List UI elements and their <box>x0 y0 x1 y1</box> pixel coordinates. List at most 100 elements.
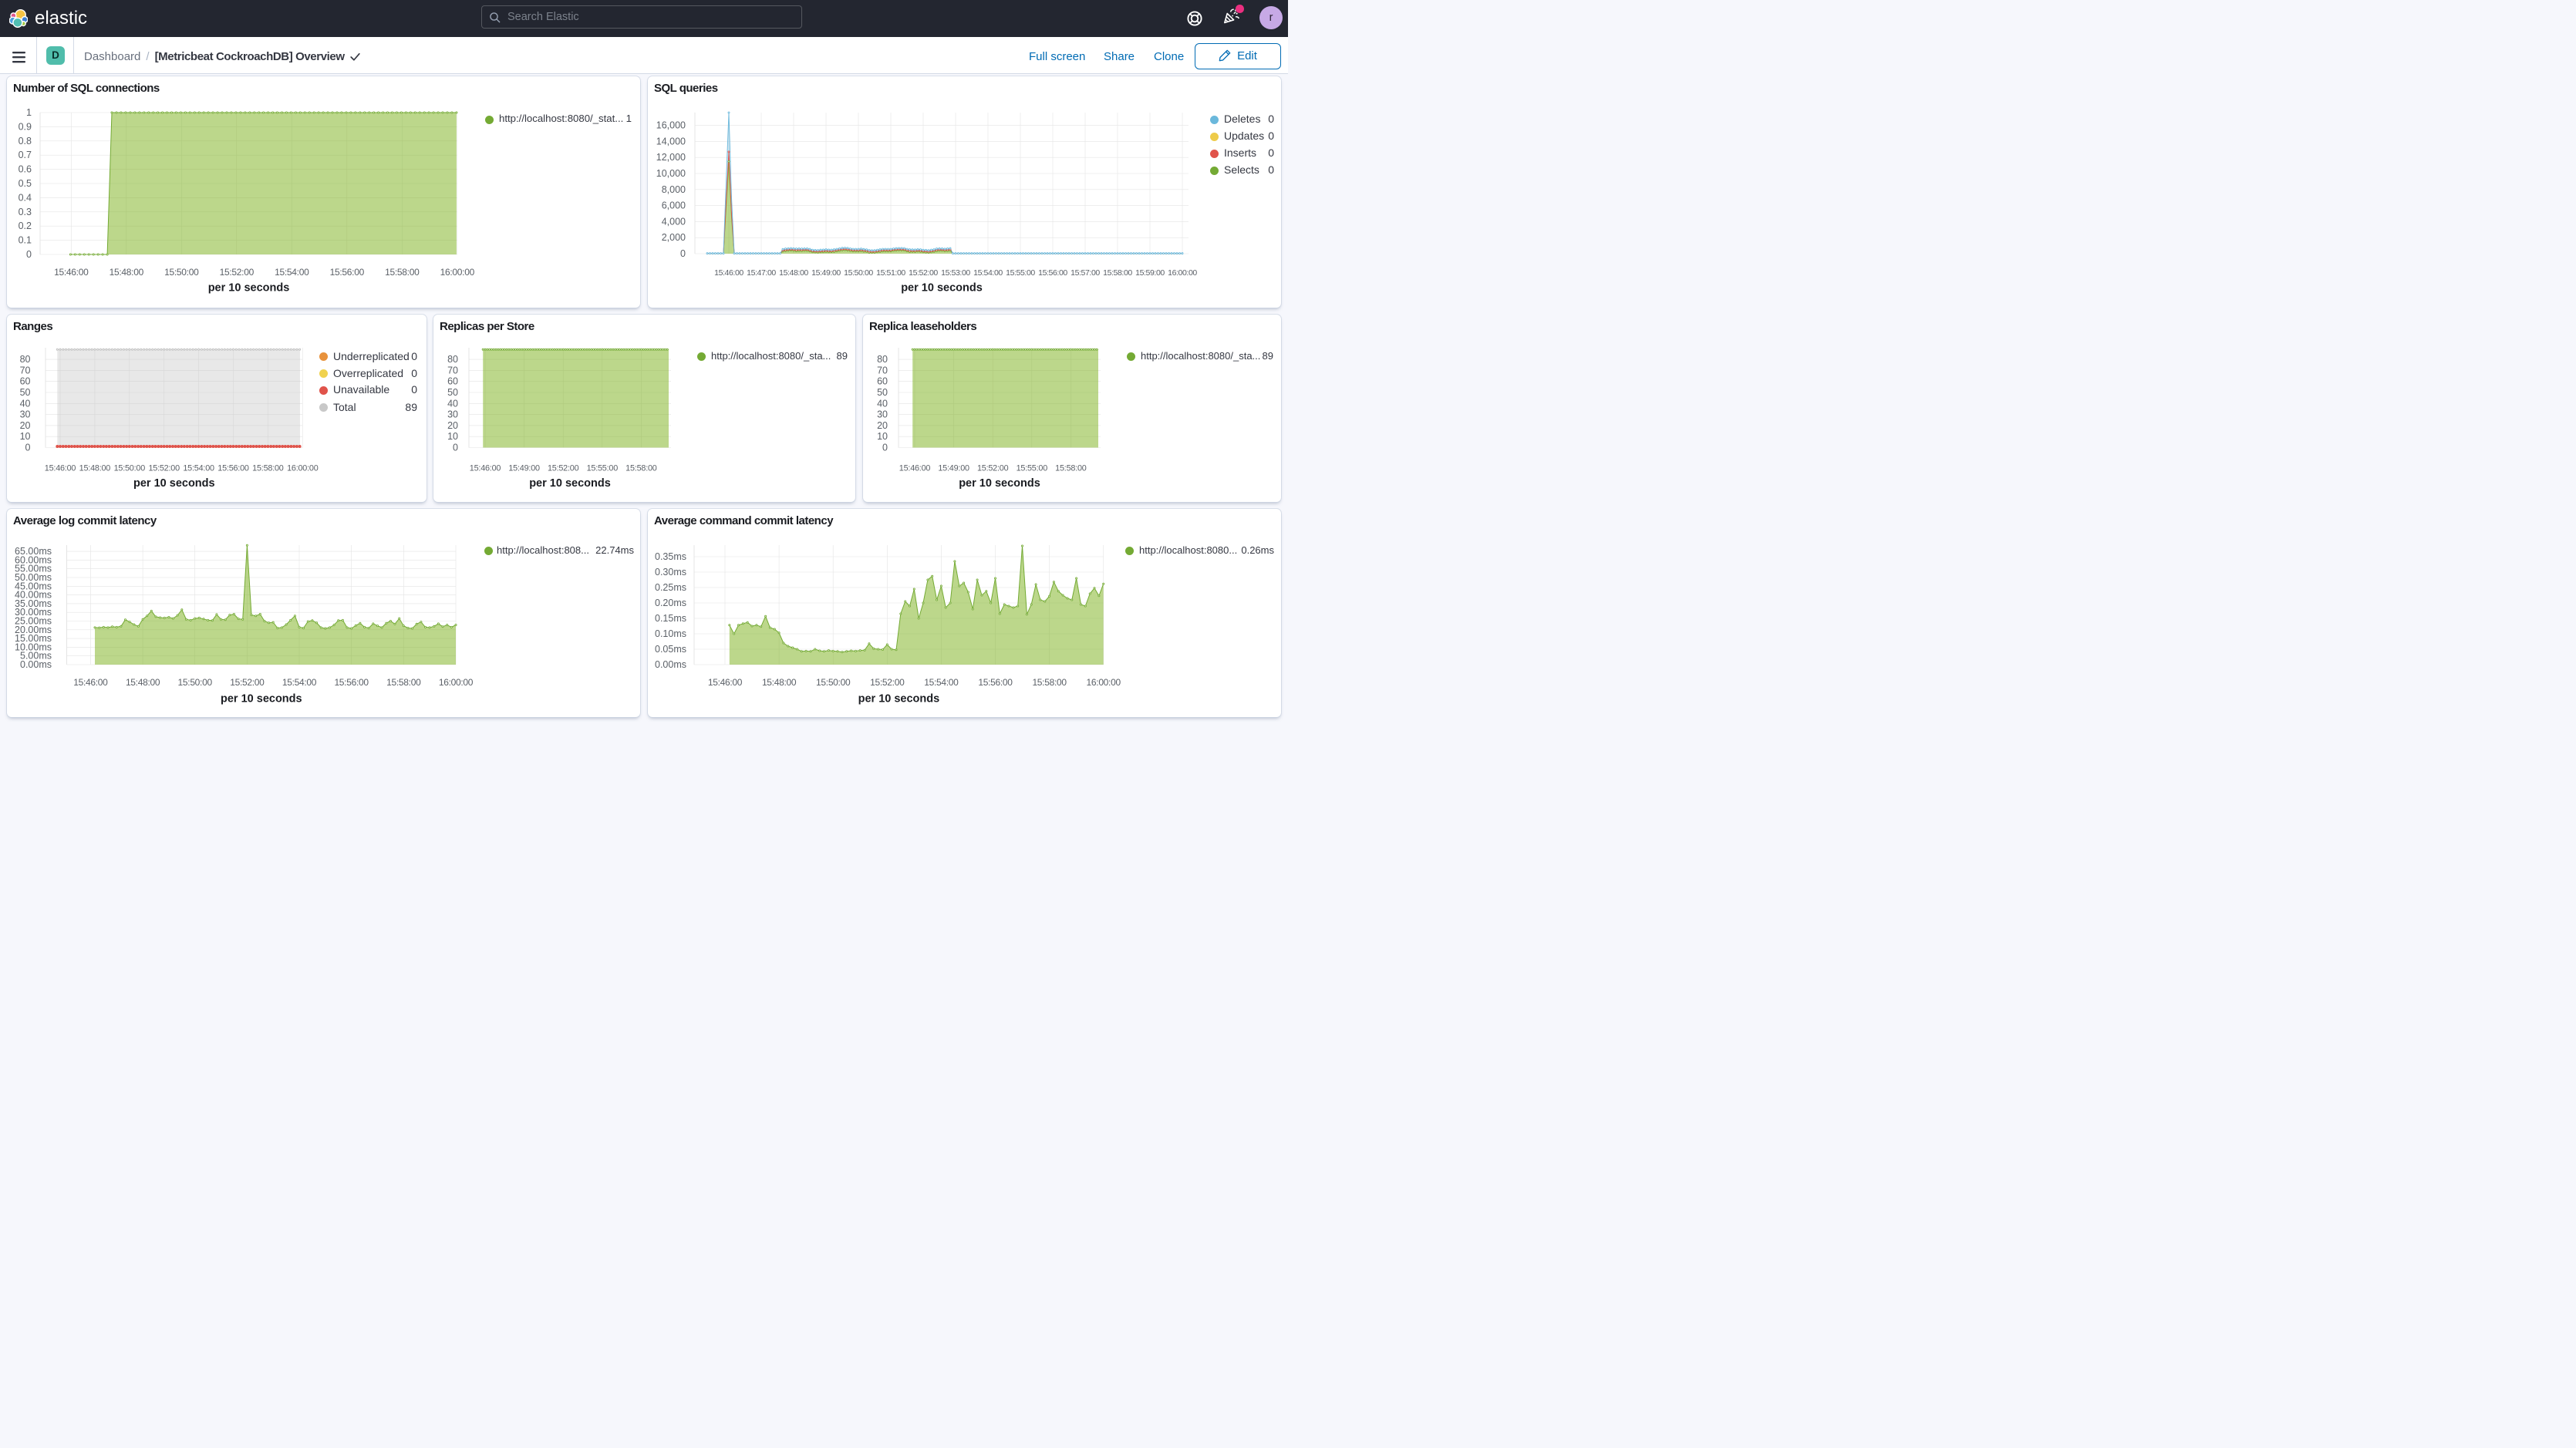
svg-text:per 10 seconds: per 10 seconds <box>901 282 983 295</box>
svg-text:15:52:00: 15:52:00 <box>870 677 905 688</box>
svg-text:15:48:00: 15:48:00 <box>79 464 111 473</box>
svg-text:80: 80 <box>877 354 888 365</box>
svg-text:15:50:00: 15:50:00 <box>844 268 873 278</box>
svg-text:0.1: 0.1 <box>19 235 32 246</box>
svg-text:70: 70 <box>447 365 458 375</box>
svg-text:65.00ms: 65.00ms <box>15 546 52 557</box>
svg-text:16:00:00: 16:00:00 <box>439 677 474 688</box>
svg-text:15:56:00: 15:56:00 <box>1038 268 1067 278</box>
svg-text:15:52:00: 15:52:00 <box>220 267 255 278</box>
svg-text:15:58:00: 15:58:00 <box>386 677 421 688</box>
svg-text:0: 0 <box>453 443 458 453</box>
svg-text:0.9: 0.9 <box>19 121 32 132</box>
svg-text:15:46:00: 15:46:00 <box>714 268 743 278</box>
svg-text:15:48:00: 15:48:00 <box>110 267 144 278</box>
svg-text:15:48:00: 15:48:00 <box>126 677 160 688</box>
svg-text:15:46:00: 15:46:00 <box>899 464 931 473</box>
svg-text:80: 80 <box>447 354 458 365</box>
svg-text:0.30ms: 0.30ms <box>655 567 686 578</box>
svg-text:per 10 seconds: per 10 seconds <box>221 693 302 705</box>
svg-text:20: 20 <box>447 420 458 431</box>
svg-text:15:58:00: 15:58:00 <box>625 464 657 473</box>
svg-text:15:54:00: 15:54:00 <box>282 677 317 688</box>
svg-text:15:55:00: 15:55:00 <box>1006 268 1035 278</box>
svg-text:60: 60 <box>20 376 31 387</box>
svg-text:0.25ms: 0.25ms <box>655 582 686 593</box>
svg-text:15:56:00: 15:56:00 <box>217 464 249 473</box>
svg-text:15:52:00: 15:52:00 <box>977 464 1009 473</box>
svg-text:2,000: 2,000 <box>662 232 686 243</box>
svg-text:70: 70 <box>20 365 31 375</box>
svg-text:16:00:00: 16:00:00 <box>1087 677 1121 688</box>
svg-text:15:46:00: 15:46:00 <box>45 464 76 473</box>
svg-text:15:53:00: 15:53:00 <box>941 268 970 278</box>
svg-text:10,000: 10,000 <box>656 168 686 179</box>
svg-text:60: 60 <box>447 376 458 387</box>
svg-text:10: 10 <box>447 431 458 442</box>
svg-text:50: 50 <box>20 387 31 398</box>
svg-text:15:50:00: 15:50:00 <box>114 464 146 473</box>
svg-text:0.5: 0.5 <box>19 178 32 189</box>
svg-text:15:54:00: 15:54:00 <box>183 464 214 473</box>
svg-text:0.6: 0.6 <box>19 164 32 175</box>
svg-text:0.10ms: 0.10ms <box>655 628 686 639</box>
svg-text:15:48:00: 15:48:00 <box>762 677 797 688</box>
svg-text:15:55:00: 15:55:00 <box>587 464 619 473</box>
svg-text:8,000: 8,000 <box>662 184 686 195</box>
svg-text:20: 20 <box>20 420 31 431</box>
svg-text:0.00ms: 0.00ms <box>655 659 686 670</box>
svg-text:20: 20 <box>877 420 888 431</box>
svg-text:4,000: 4,000 <box>662 216 686 227</box>
svg-text:15:47:00: 15:47:00 <box>747 268 776 278</box>
svg-text:0.4: 0.4 <box>19 192 32 203</box>
svg-text:per 10 seconds: per 10 seconds <box>858 693 940 705</box>
svg-text:15:57:00: 15:57:00 <box>1071 268 1100 278</box>
svg-text:15:56:00: 15:56:00 <box>330 267 365 278</box>
svg-text:30: 30 <box>20 409 31 420</box>
svg-text:0: 0 <box>680 248 686 259</box>
svg-text:0.05ms: 0.05ms <box>655 644 686 655</box>
svg-text:30: 30 <box>447 409 458 420</box>
svg-text:15:54:00: 15:54:00 <box>973 268 1003 278</box>
svg-text:15:49:00: 15:49:00 <box>811 268 841 278</box>
svg-text:0.8: 0.8 <box>19 136 32 146</box>
svg-text:16:00:00: 16:00:00 <box>440 267 475 278</box>
svg-text:0: 0 <box>25 443 31 453</box>
svg-text:16:00:00: 16:00:00 <box>287 464 319 473</box>
svg-text:per 10 seconds: per 10 seconds <box>529 477 611 490</box>
svg-text:50: 50 <box>447 387 458 398</box>
svg-text:15:56:00: 15:56:00 <box>334 677 369 688</box>
svg-text:30: 30 <box>877 409 888 420</box>
svg-text:1: 1 <box>26 107 32 118</box>
svg-text:15:46:00: 15:46:00 <box>73 677 108 688</box>
svg-text:15:56:00: 15:56:00 <box>978 677 1013 688</box>
svg-text:40: 40 <box>447 398 458 409</box>
svg-text:15:50:00: 15:50:00 <box>178 677 213 688</box>
svg-text:0: 0 <box>26 249 32 260</box>
svg-text:60: 60 <box>877 376 888 387</box>
svg-text:15:58:00: 15:58:00 <box>1103 268 1132 278</box>
svg-text:0.7: 0.7 <box>19 150 32 160</box>
svg-text:15:52:00: 15:52:00 <box>548 464 579 473</box>
svg-text:15:54:00: 15:54:00 <box>275 267 309 278</box>
svg-text:15:52:00: 15:52:00 <box>230 677 265 688</box>
svg-text:15:58:00: 15:58:00 <box>252 464 284 473</box>
svg-text:15:59:00: 15:59:00 <box>1135 268 1165 278</box>
svg-text:0.3: 0.3 <box>19 207 32 217</box>
svg-text:15:58:00: 15:58:00 <box>1055 464 1087 473</box>
svg-text:70: 70 <box>877 365 888 375</box>
svg-text:0.20ms: 0.20ms <box>655 598 686 608</box>
svg-text:0.2: 0.2 <box>19 221 32 231</box>
svg-text:10: 10 <box>877 431 888 442</box>
svg-text:0.15ms: 0.15ms <box>655 613 686 624</box>
svg-text:14,000: 14,000 <box>656 136 686 146</box>
svg-text:0: 0 <box>882 443 888 453</box>
svg-text:15:52:00: 15:52:00 <box>148 464 180 473</box>
svg-text:15:50:00: 15:50:00 <box>164 267 199 278</box>
svg-text:15:55:00: 15:55:00 <box>1017 464 1048 473</box>
svg-text:per 10 seconds: per 10 seconds <box>133 477 215 490</box>
svg-text:0.35ms: 0.35ms <box>655 551 686 562</box>
svg-text:50: 50 <box>877 387 888 398</box>
svg-text:10: 10 <box>20 431 31 442</box>
svg-text:15:49:00: 15:49:00 <box>508 464 540 473</box>
